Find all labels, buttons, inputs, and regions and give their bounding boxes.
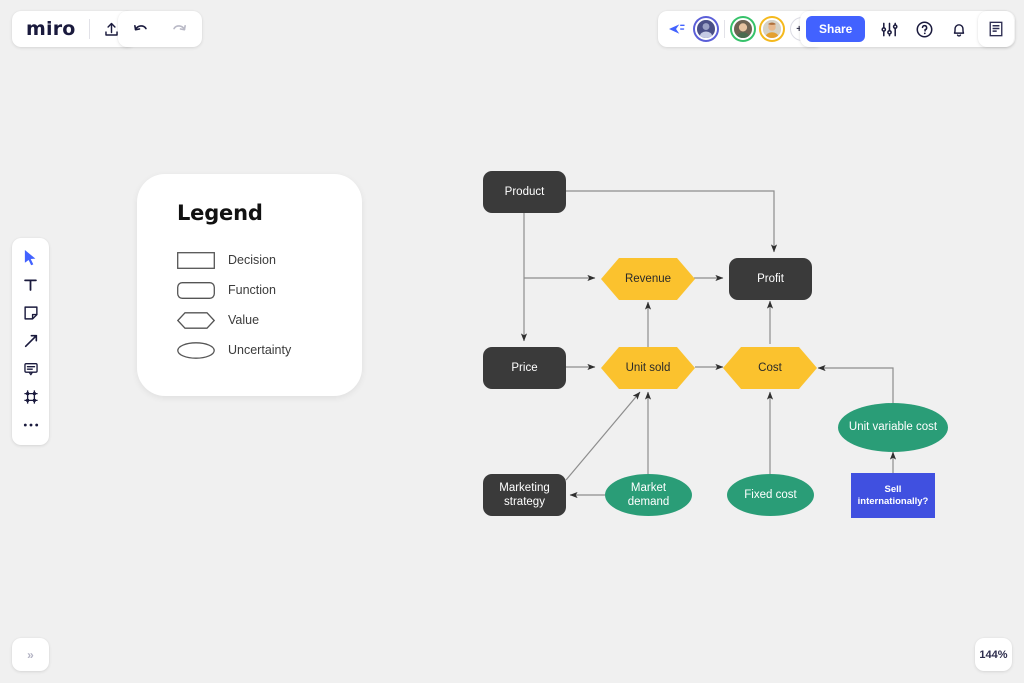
expand-panel-button[interactable]: » bbox=[12, 638, 49, 671]
legend-card[interactable]: Legend Decision Function Value Uncertain… bbox=[137, 174, 362, 396]
history-panel bbox=[118, 11, 202, 47]
avatar[interactable] bbox=[759, 16, 785, 42]
node-product[interactable]: Product bbox=[483, 171, 566, 213]
node-profit[interactable]: Profit bbox=[729, 258, 812, 300]
legend-item-label: Function bbox=[228, 283, 276, 297]
node-label: Market demand bbox=[627, 481, 670, 508]
rounded-rectangle-icon bbox=[177, 281, 215, 299]
legend-title: Legend bbox=[177, 201, 263, 225]
node-sell-internationally[interactable]: Sell internationally? bbox=[851, 473, 935, 518]
node-marketing-strategy[interactable]: Marketing strategy bbox=[483, 474, 566, 516]
sliders-icon[interactable] bbox=[878, 18, 900, 40]
follow-cursor-icon[interactable] bbox=[668, 22, 685, 37]
tool-sticky-note[interactable] bbox=[17, 302, 45, 324]
node-market-demand[interactable]: Market demand bbox=[605, 474, 692, 516]
node-cost[interactable]: Cost bbox=[723, 347, 817, 389]
legend-item-label: Decision bbox=[228, 253, 276, 267]
share-button[interactable]: Share bbox=[806, 16, 866, 42]
divider bbox=[724, 20, 725, 38]
legend-item-uncertainty: Uncertainty bbox=[177, 335, 362, 365]
node-revenue[interactable]: Revenue bbox=[601, 258, 695, 300]
avatar[interactable] bbox=[730, 16, 756, 42]
node-label: Product bbox=[504, 185, 545, 198]
miro-logo[interactable]: miro bbox=[26, 19, 76, 39]
tool-pen[interactable] bbox=[17, 330, 45, 352]
avatar[interactable] bbox=[693, 16, 719, 42]
legend-item-label: Value bbox=[228, 313, 260, 327]
legend-item-function: Function bbox=[177, 275, 362, 305]
node-fixed-cost[interactable]: Fixed cost bbox=[727, 474, 814, 516]
node-label: Price bbox=[511, 361, 538, 374]
node-label: Unit sold bbox=[625, 361, 671, 374]
node-label: Unit variable cost bbox=[848, 421, 938, 434]
node-unit-variable-cost[interactable]: Unit variable cost bbox=[838, 403, 948, 452]
help-circle-icon[interactable] bbox=[913, 18, 935, 40]
logo-panel: miro bbox=[12, 11, 136, 47]
node-label: Fixed cost bbox=[744, 488, 797, 501]
tool-text[interactable] bbox=[17, 274, 45, 296]
legend-item-value: Value bbox=[177, 305, 362, 335]
divider bbox=[88, 19, 90, 39]
node-label: Cost bbox=[758, 361, 782, 374]
zoom-level-button[interactable]: 144% bbox=[975, 638, 1012, 671]
legend-item-decision: Decision bbox=[177, 245, 362, 275]
hexagon-icon bbox=[177, 311, 215, 329]
miro-board-app: Product Price Marketing strategy Profit … bbox=[0, 0, 1024, 683]
node-unit-sold[interactable]: Unit sold bbox=[601, 347, 695, 389]
node-label: Revenue bbox=[624, 272, 672, 285]
document-icon[interactable] bbox=[985, 18, 1007, 40]
tool-frame[interactable] bbox=[17, 386, 45, 408]
undo-icon[interactable] bbox=[130, 18, 152, 40]
expand-label: » bbox=[27, 647, 34, 662]
node-price[interactable]: Price bbox=[483, 347, 566, 389]
notes-panel bbox=[978, 11, 1014, 47]
redo-icon[interactable] bbox=[168, 18, 190, 40]
bell-icon[interactable] bbox=[948, 18, 970, 40]
tool-more[interactable] bbox=[17, 414, 45, 436]
legend-item-label: Uncertainty bbox=[228, 343, 292, 357]
node-label: Marketing strategy bbox=[499, 481, 550, 508]
rectangle-icon bbox=[177, 251, 215, 269]
tool-select[interactable] bbox=[17, 246, 45, 268]
left-toolbar bbox=[12, 238, 49, 445]
collaborators-panel: +3 bbox=[658, 11, 823, 47]
node-label: Profit bbox=[757, 272, 784, 285]
node-label: Sell internationally? bbox=[857, 483, 929, 507]
zoom-level-label: 144% bbox=[979, 648, 1008, 661]
ellipse-icon bbox=[177, 341, 215, 359]
tool-comment[interactable] bbox=[17, 358, 45, 380]
